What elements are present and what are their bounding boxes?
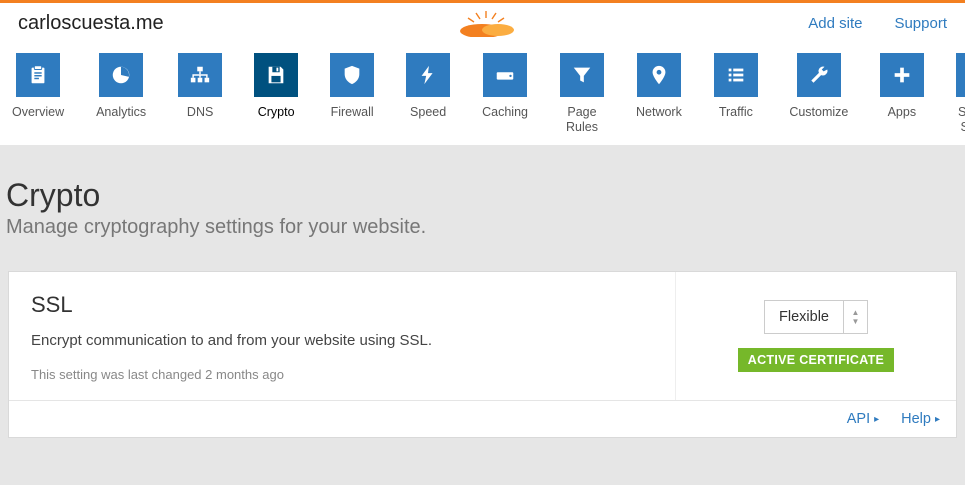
shield-icon [330,53,374,97]
main-nav: Overview Analytics DNS Crypto Firewall Speed C… [0,45,965,145]
nav-item-speed[interactable]: Speed [406,53,450,135]
nav-label: Page Rules [560,105,604,135]
card-title: SSL [31,292,653,318]
wrench-icon [797,53,841,97]
top-links: Add site Support [808,15,947,32]
bolt-icon [406,53,450,97]
filter-icon [560,53,604,97]
nav-item-scrape-shield[interactable]: Scrape Shield [956,53,965,135]
nav-label: Network [636,105,682,120]
nav-item-analytics[interactable]: Analytics [96,53,146,135]
card-description: Encrypt communication to and from your w… [31,332,653,349]
nav-label: DNS [187,105,213,120]
nav-label: Traffic [719,105,753,120]
nav-label: Customize [789,105,848,120]
page-title: Crypto [4,177,961,214]
nav-label: Caching [482,105,528,120]
pin-icon [637,53,681,97]
support-link[interactable]: Support [894,15,947,32]
doc-icon [956,53,965,97]
pie-icon [99,53,143,97]
nav-item-dns[interactable]: DNS [178,53,222,135]
select-value: Flexible [765,309,843,325]
sitemap-icon [178,53,222,97]
add-site-link[interactable]: Add site [808,15,862,32]
site-name[interactable]: carloscuesta.me [18,12,164,35]
floppy-icon [254,53,298,97]
nav-label: Speed [410,105,446,120]
nav-label: Overview [12,105,64,120]
status-badge: ACTIVE CERTIFICATE [738,348,894,372]
nav-label: Firewall [331,105,374,120]
nav-item-traffic[interactable]: Traffic [714,53,758,135]
api-link[interactable]: API▸ [847,411,879,427]
drive-icon [483,53,527,97]
topbar: carloscuesta.me Add site Support [0,3,965,45]
page-subtitle: Manage cryptography settings for your we… [4,216,961,239]
list-icon [714,53,758,97]
nav-item-network[interactable]: Network [636,53,682,135]
nav-item-customize[interactable]: Customize [790,53,848,135]
nav-item-overview[interactable]: Overview [12,53,64,135]
card-meta: This setting was last changed 2 months a… [31,367,653,382]
nav-label: Analytics [96,105,146,120]
nav-label: Scrape Shield [956,105,965,135]
nav-item-firewall[interactable]: Firewall [330,53,374,135]
caret-right-icon: ▸ [874,414,879,425]
chevron-up-down-icon: ▲▼ [843,301,867,333]
nav-item-crypto[interactable]: Crypto [254,53,298,135]
help-link[interactable]: Help▸ [901,411,940,427]
ssl-card: SSL Encrypt communication to and from yo… [8,271,957,438]
clipboard-icon [16,53,60,97]
nav-label: Apps [888,105,917,120]
content-area: Crypto Manage cryptography settings for … [0,145,965,485]
caret-right-icon: ▸ [935,414,940,425]
plus-icon [880,53,924,97]
nav-item-apps[interactable]: Apps [880,53,924,135]
card-footer: API▸ Help▸ [9,400,956,437]
cloudflare-logo [454,9,518,37]
ssl-mode-select[interactable]: Flexible ▲▼ [764,300,868,334]
nav-label: Crypto [258,105,295,120]
nav-item-caching[interactable]: Caching [482,53,528,135]
nav-item-page-rules[interactable]: Page Rules [560,53,604,135]
